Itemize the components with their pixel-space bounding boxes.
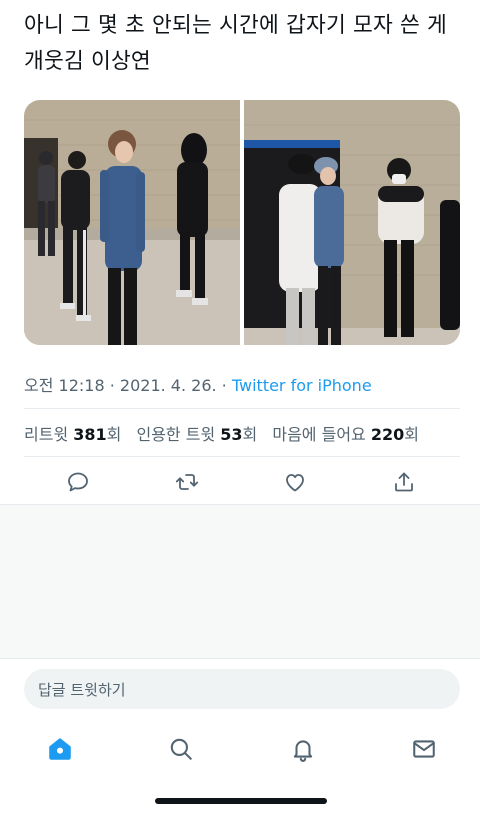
reply-input[interactable]: 답글 트윗하기: [24, 669, 460, 709]
search-icon[interactable]: [166, 734, 196, 764]
tweet-date: 2021. 4. 26.: [119, 376, 217, 395]
dance-practice-photo-1: [24, 100, 240, 345]
tweet-time: 오전 12:18: [24, 376, 105, 395]
divider: [24, 456, 460, 457]
quotes-label: 인용한 트윗: [136, 425, 221, 444]
replies-area: [0, 505, 480, 658]
retweets-unit: 회: [106, 425, 122, 444]
tweet-text: 아니 그 몇 초 안되는 시간에 갑자기 모자 쓴 게 개웃김 이상연: [24, 13, 447, 74]
likes-count: 220: [370, 425, 405, 444]
notifications-icon[interactable]: [288, 734, 318, 764]
like-icon[interactable]: [281, 468, 309, 496]
retweets-stat[interactable]: 리트윗 381회: [24, 425, 121, 444]
quotes-stat[interactable]: 인용한 트윗 53회: [136, 425, 257, 444]
meta-separator: ·: [216, 376, 232, 395]
home-indicator: [155, 798, 327, 804]
messages-icon[interactable]: [409, 734, 439, 764]
likes-unit: 회: [404, 425, 419, 444]
photo-right[interactable]: [244, 100, 460, 345]
photo-left[interactable]: [24, 100, 240, 345]
dance-practice-photo-2: [244, 100, 460, 345]
media-gallery[interactable]: [24, 100, 460, 345]
retweets-count: 381: [73, 425, 107, 444]
home-icon[interactable]: [45, 734, 75, 764]
tweet-actions: [0, 462, 480, 502]
retweet-icon[interactable]: [173, 468, 201, 496]
meta-separator: ·: [104, 376, 120, 395]
reply-placeholder: 답글 트윗하기: [38, 680, 126, 699]
quotes-unit: 회: [242, 425, 258, 444]
bottom-tab-bar: [0, 728, 480, 768]
divider: [0, 658, 480, 659]
likes-stat[interactable]: 마음에 들어요 220회: [272, 425, 419, 444]
tweet-stats: 리트윗 381회 인용한 트윗 53회 마음에 들어요 220회: [24, 421, 419, 445]
share-icon[interactable]: [390, 468, 418, 496]
likes-label: 마음에 들어요: [272, 425, 371, 444]
tweet-meta: 오전 12:18 · 2021. 4. 26. · Twitter for iP…: [24, 372, 372, 396]
tweet-source-link[interactable]: Twitter for iPhone: [232, 376, 372, 395]
reply-icon[interactable]: [64, 468, 92, 496]
divider: [24, 408, 460, 409]
retweets-label: 리트윗: [24, 425, 74, 444]
quotes-count: 53: [220, 425, 243, 444]
